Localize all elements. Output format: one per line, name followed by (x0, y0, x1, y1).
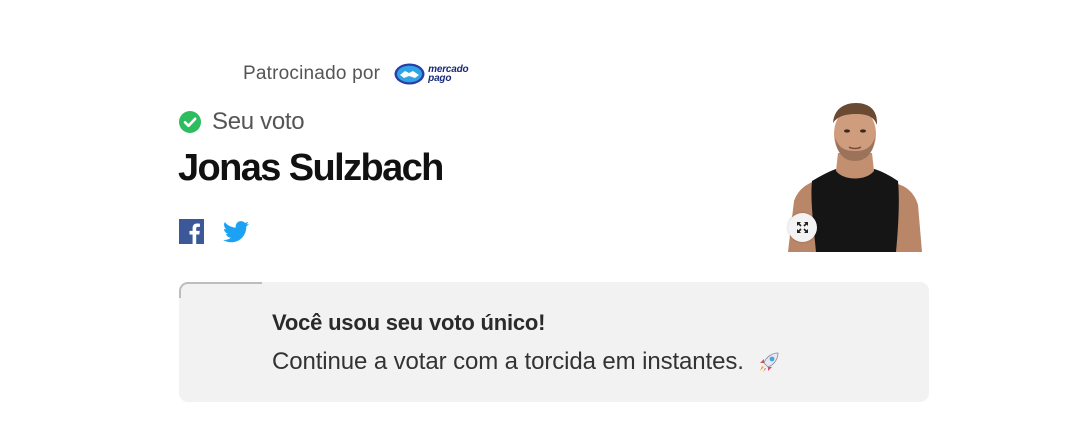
vote-label: Seu voto (212, 108, 305, 135)
twitter-icon[interactable] (223, 220, 249, 243)
candidate-name: Jonas Sulzbach (178, 147, 444, 189)
mercado-pago-logo[interactable]: mercado pago (394, 63, 469, 85)
notice-body: Continue a votar com a torcida em instan… (272, 348, 782, 376)
vote-status: Seu voto (179, 107, 305, 137)
handshake-icon (394, 63, 425, 85)
share-buttons (179, 219, 249, 244)
expand-photo-button[interactable] (788, 213, 817, 242)
notice-title: Você usou seu voto único! (272, 310, 546, 335)
notice-tab-decoration (179, 282, 262, 298)
notice-body-text: Continue a votar com a torcida em instan… (272, 348, 744, 375)
sponsor-banner: Patrocinado por mercado pago (243, 60, 469, 88)
check-circle-icon (179, 111, 201, 133)
vote-notice-panel: Você usou seu voto único! Continue a vot… (179, 282, 929, 402)
sponsor-label: Patrocinado por (243, 63, 381, 84)
facebook-icon[interactable] (179, 219, 204, 244)
rocket-icon (759, 352, 779, 372)
expand-icon (796, 221, 809, 234)
logo-line-2: pago (428, 73, 452, 84)
